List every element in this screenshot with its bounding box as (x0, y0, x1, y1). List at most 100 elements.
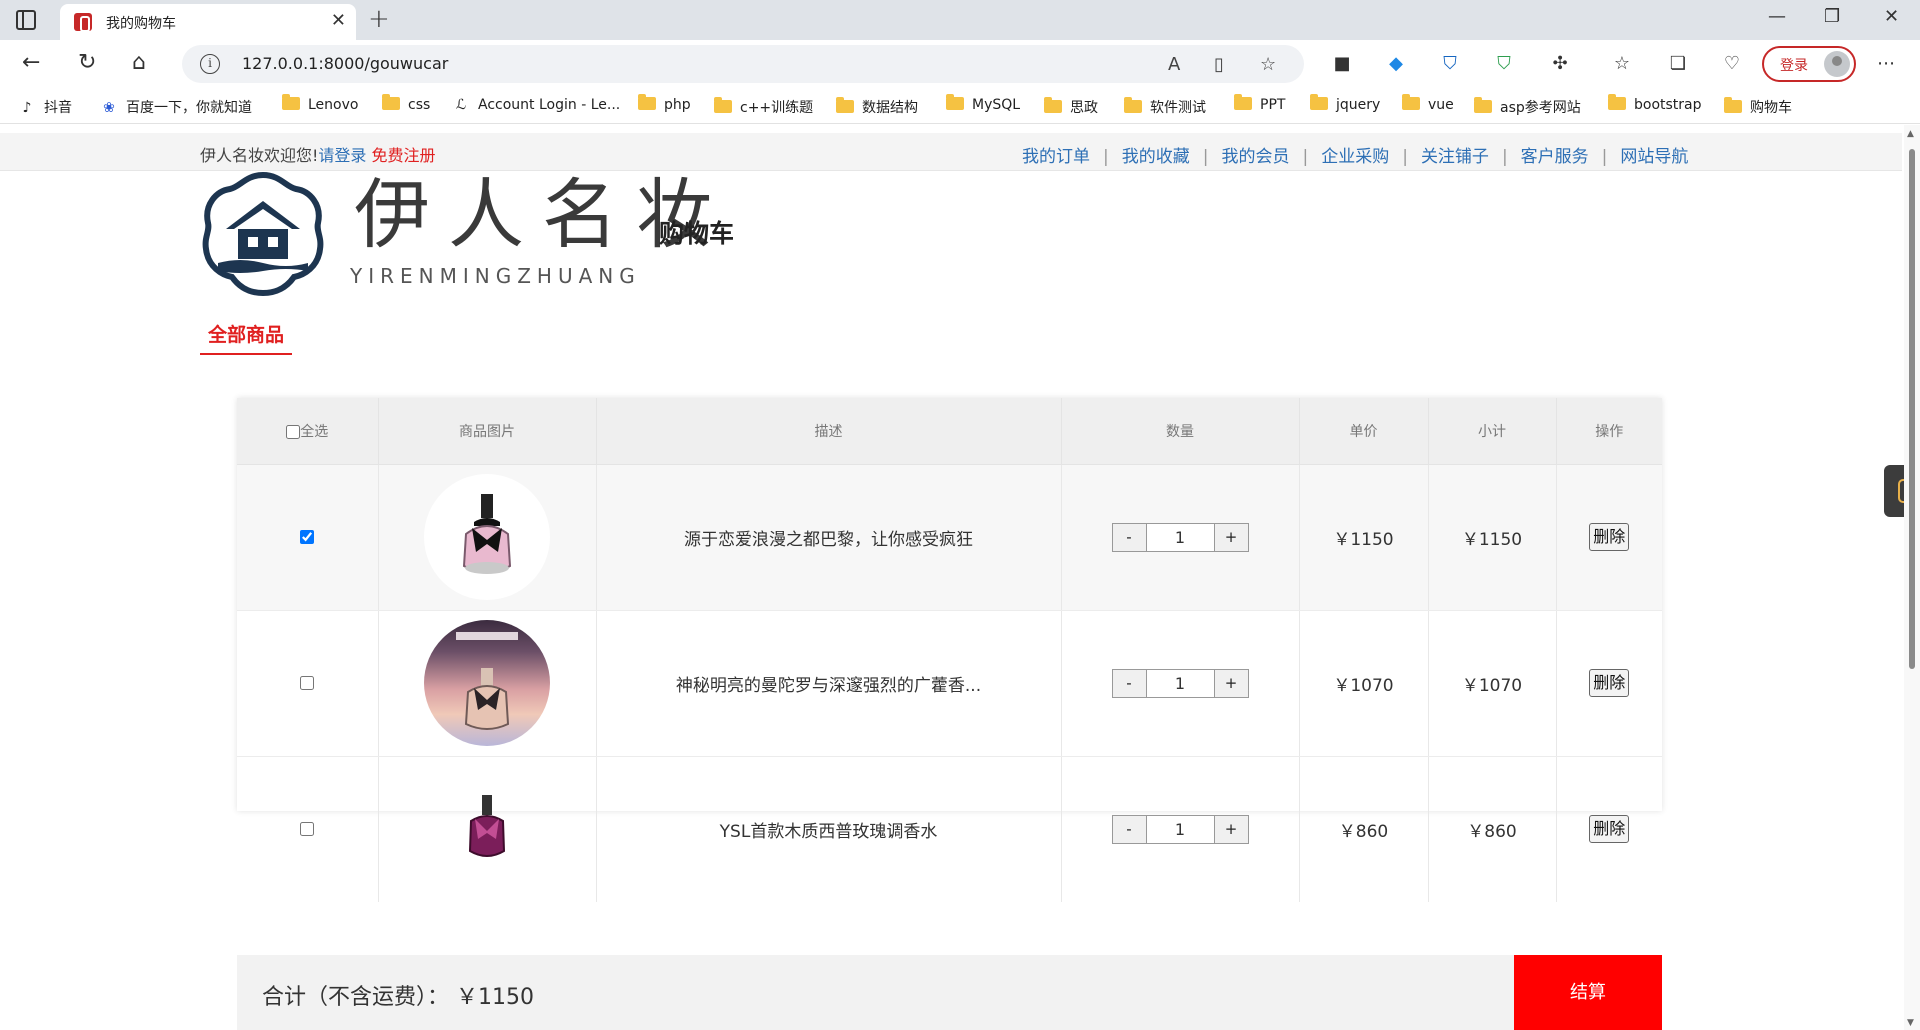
divider: | (1302, 147, 1309, 167)
cart-table: 全选 商品图片 描述 数量 单价 小计 操作 源于恋爱浪漫之都巴黎，让你感受疯狂… (237, 398, 1662, 902)
performance-icon[interactable]: ♡ (1720, 52, 1744, 76)
header-select-all: 全选 (237, 398, 379, 465)
quantity-input[interactable]: 1 (1146, 668, 1214, 698)
folder-icon (1402, 94, 1420, 110)
restore-icon[interactable]: ❐ (1824, 6, 1840, 27)
extensions-puzzle-icon[interactable]: ✣ (1548, 52, 1572, 76)
total-text: 合计（不含运费）： ￥1150 (262, 979, 534, 1011)
delete-button[interactable]: 删除 (1589, 815, 1630, 844)
extension-shield-icon[interactable]: ⛉ (1438, 52, 1462, 76)
customer-service-link[interactable]: 客户服务 (1521, 147, 1589, 167)
extension-check-icon[interactable]: ⛉ (1492, 52, 1516, 76)
increase-button[interactable]: + (1213, 522, 1249, 552)
quantity-input[interactable]: 1 (1146, 522, 1214, 552)
item-checkbox[interactable] (300, 530, 315, 544)
profile-login-button[interactable]: 登录 (1762, 46, 1856, 82)
favorites-icon[interactable]: ☆ (1610, 52, 1634, 76)
site-logo-icon[interactable] (200, 171, 326, 297)
site-info-icon[interactable]: i (200, 54, 220, 74)
decrease-button[interactable]: - (1111, 522, 1147, 552)
product-image[interactable] (424, 620, 550, 746)
home-icon[interactable]: ⌂ (132, 50, 146, 75)
select-all-checkbox[interactable] (286, 424, 301, 439)
extension-app-icon[interactable]: ■ (1330, 52, 1354, 76)
bookmark-item[interactable]: asp参考网站 (1474, 97, 1581, 117)
tab-close-icon[interactable]: ✕ (331, 10, 346, 31)
browser-tab-bar: 我的购物车 ✕ + — ❐ ✕ (0, 0, 1920, 40)
checkout-button[interactable]: 结算 (1514, 955, 1662, 1030)
divider: | (1601, 147, 1608, 167)
address-bar[interactable]: i 127.0.0.1:8000/gouwucar A ▯ ☆ (182, 45, 1304, 83)
folder-icon (282, 94, 300, 110)
bookmark-item[interactable]: php (638, 94, 691, 113)
table-row: 源于恋爱浪漫之都巴黎，让你感受疯狂 - 1 + ￥1150 ￥1150 删除 (237, 464, 1662, 611)
bookmark-item[interactable]: 数据结构 (836, 97, 918, 117)
scroll-down-icon[interactable]: ▼ (1907, 1018, 1914, 1028)
read-aloud-icon[interactable]: A (1168, 54, 1180, 75)
bookmark-item[interactable]: PPT (1234, 94, 1285, 113)
tab-all-goods[interactable]: 全部商品 (200, 320, 292, 355)
quantity-input[interactable]: 1 (1146, 814, 1214, 844)
close-window-icon[interactable]: ✕ (1884, 6, 1899, 27)
perfume-bottle-icon (456, 632, 518, 730)
delete-button[interactable]: 删除 (1589, 669, 1630, 697)
increase-button[interactable]: + (1213, 668, 1249, 698)
divider: | (1402, 147, 1408, 167)
header-subtotal: 小计 (1428, 398, 1557, 465)
new-tab-icon[interactable]: + (368, 4, 390, 34)
item-checkbox[interactable] (300, 822, 315, 837)
bookmark-item[interactable]: 软件测试 (1124, 97, 1206, 117)
bookmark-item[interactable]: ❀ 百度一下，你就知道 (100, 97, 252, 117)
increase-button[interactable]: + (1213, 814, 1249, 844)
more-menu-icon[interactable]: ⋯ (1874, 52, 1898, 76)
page-title: 购物车 (659, 219, 735, 248)
scroll-up-icon[interactable]: ▲ (1907, 129, 1914, 139)
follow-shop-link[interactable]: 关注铺子 (1421, 147, 1489, 167)
decrease-button[interactable]: - (1111, 814, 1147, 844)
bookmark-item[interactable]: ♪ 抖音 (18, 97, 72, 117)
bookmark-item[interactable]: vue (1402, 94, 1454, 113)
back-icon[interactable]: ← (22, 50, 40, 75)
extension-bird-icon[interactable]: ◆ (1384, 52, 1408, 76)
table-header-row: 全选 商品图片 描述 数量 单价 小计 操作 (237, 398, 1662, 465)
welcome-label: 伊人名妆欢迎您! (200, 146, 319, 165)
bookmark-item[interactable]: MySQL (946, 94, 1020, 113)
minimize-icon[interactable]: — (1768, 6, 1786, 27)
my-orders-link[interactable]: 我的订单 (1022, 147, 1090, 167)
product-image[interactable] (457, 789, 517, 869)
bookmarks-bar: ♪ 抖音 ❀ 百度一下，你就知道 Lenovo css ℒ Account Login… (0, 88, 1920, 124)
sidebar-toggle-icon[interactable] (16, 10, 36, 30)
folder-icon (946, 94, 964, 110)
bookmark-item[interactable]: c++训练题 (714, 97, 813, 117)
product-image[interactable] (424, 474, 550, 600)
folder-icon (1044, 97, 1062, 113)
item-checkbox[interactable] (300, 676, 315, 690)
page-scrollbar[interactable]: ▲ ▼ (1904, 125, 1920, 1030)
bookmark-item[interactable]: 购物车 (1724, 97, 1792, 117)
bookmark-item[interactable]: 思政 (1044, 97, 1098, 117)
browser-tab[interactable]: 我的购物车 ✕ (60, 4, 356, 40)
site-navigation-link[interactable]: 网站导航 (1620, 147, 1688, 167)
register-link[interactable]: 免费注册 (372, 146, 436, 165)
scrollbar-thumb[interactable] (1909, 149, 1915, 669)
bookmark-item[interactable]: bootstrap (1608, 94, 1702, 113)
delete-button[interactable]: 删除 (1589, 523, 1630, 551)
my-favorites-link[interactable]: 我的收藏 (1122, 147, 1190, 167)
favorite-star-icon[interactable]: ☆ (1260, 54, 1276, 75)
bookmark-item[interactable]: jquery (1310, 94, 1380, 113)
table-row: 神秘明亮的曼陀罗与深邃强烈的广藿香... - 1 + ￥1070 ￥1070 删… (237, 610, 1662, 757)
bookmark-item[interactable]: Lenovo (282, 94, 358, 113)
split-screen-icon[interactable]: ▯ (1214, 54, 1224, 75)
reload-icon[interactable]: ↻ (78, 50, 96, 75)
top-nav-links: 我的订单 | 我的收藏 | 我的会员 | 企业采购 | 关注铺子 | 客户服务 | 网站导航 (1022, 142, 1688, 167)
url-text[interactable]: 127.0.0.1:8000/gouwucar (242, 54, 448, 73)
enterprise-purchase-link[interactable]: 企业采购 (1321, 147, 1389, 167)
login-link[interactable]: 请登录 (318, 146, 366, 165)
browser-toolbar: ← ↻ ⌂ i 127.0.0.1:8000/gouwucar A ▯ ☆ ■ … (0, 40, 1920, 88)
decrease-button[interactable]: - (1111, 668, 1147, 698)
welcome-text: 伊人名妆欢迎您!请登录 免费注册 (200, 142, 436, 166)
bookmark-item[interactable]: ℒ Account Login - Le... (452, 97, 620, 113)
bookmark-item[interactable]: css (382, 94, 430, 113)
collections-icon[interactable]: ❏ (1666, 52, 1690, 76)
my-membership-link[interactable]: 我的会员 (1221, 147, 1289, 167)
